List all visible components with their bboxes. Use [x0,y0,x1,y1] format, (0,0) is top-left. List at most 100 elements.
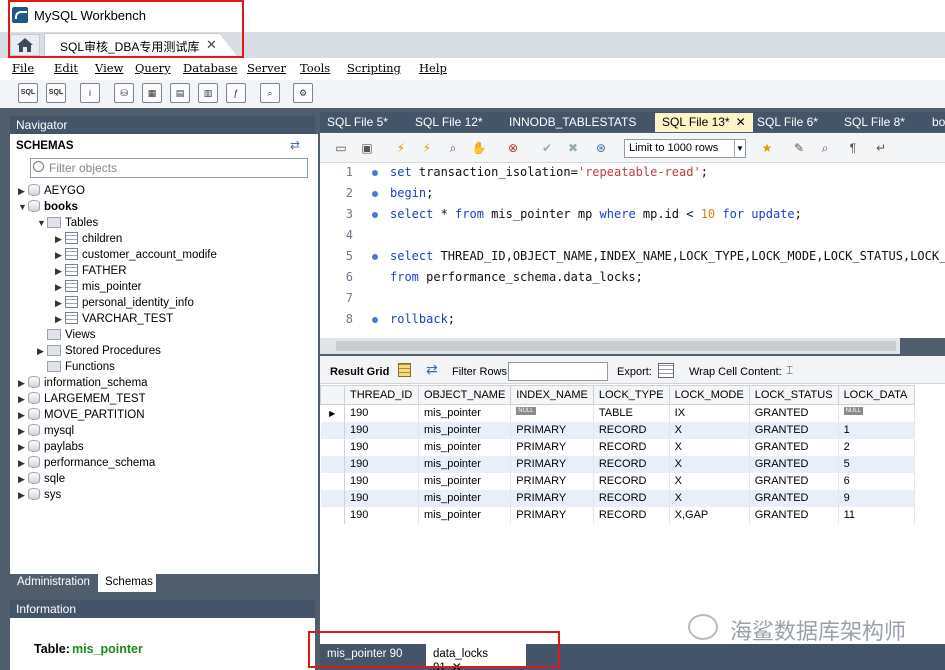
column-header[interactable]: INDEX_NAME [510,385,594,405]
cell[interactable]: 190 [344,489,419,507]
tree-folder-functions[interactable]: Functions [37,359,115,375]
tab-overflow[interactable]: bo [925,113,945,132]
create-table-icon[interactable]: ▦ [142,83,162,103]
cell[interactable]: RECORD [593,489,670,507]
column-header[interactable]: OBJECT_NAME [417,385,512,405]
chevron-down-icon[interactable]: ▼ [734,140,745,157]
create-function-icon[interactable]: ƒ [226,83,246,103]
cell[interactable]: mis_pointer [418,421,512,439]
cell[interactable]: X [669,472,750,490]
invisible-chars-icon[interactable]: ¶ [844,139,862,157]
cell[interactable]: mis_pointer [418,472,512,490]
search-table-data-icon[interactable]: ⌕ [260,83,280,103]
table-row[interactable]: 190 mis_pointer PRIMARY RECORD X GRANTED… [320,455,915,473]
table-row[interactable]: ▶ 190 mis_pointer NULL TABLE IX GRANTED … [320,404,915,422]
expand-arrow-icon[interactable]: ▶ [37,343,47,359]
expand-arrow-icon[interactable]: ▶ [18,183,28,199]
tree-schema-performance-schema[interactable]: ▶ performance_schema [18,455,155,471]
cell[interactable]: RECORD [593,472,670,490]
cell[interactable]: 5 [838,455,915,473]
tree-table-personal-identity-info[interactable]: ▶ personal_identity_info [55,295,194,311]
filter-objects-input[interactable] [30,158,308,178]
save-icon[interactable]: ▣ [358,139,376,157]
expand-arrow-icon[interactable]: ▶ [55,231,65,247]
beautify-icon[interactable]: ✎ [790,139,808,157]
open-sql-file-icon[interactable]: SQL [46,83,66,103]
expand-arrow-icon[interactable]: ▶ [18,391,28,407]
cell[interactable]: PRIMARY [510,421,594,439]
cell[interactable]: RECORD [593,438,670,456]
open-folder-icon[interactable]: ▭ [332,139,350,157]
create-schema-icon[interactable]: ⛁ [114,83,134,103]
commit-icon[interactable]: ✔ [538,139,556,157]
expand-arrow-icon[interactable]: ▶ [55,279,65,295]
tree-folder-views[interactable]: Views [37,327,95,343]
cell[interactable]: mis_pointer [418,506,512,524]
cell[interactable]: PRIMARY [510,489,594,507]
cell[interactable]: RECORD [593,421,670,439]
new-sql-tab-icon[interactable]: SQL [18,83,38,103]
cell[interactable]: GRANTED [749,472,839,490]
cell[interactable]: X [669,455,750,473]
cell[interactable]: PRIMARY [510,455,594,473]
tree-schema-sqle[interactable]: ▶ sqle [18,471,65,487]
menu-database[interactable]: Database [183,61,237,75]
cell[interactable]: GRANTED [749,438,839,456]
menu-help[interactable]: Help [419,61,447,75]
cell[interactable]: RECORD [593,506,670,524]
result-grid-label[interactable]: Result Grid [330,366,389,378]
cell[interactable]: PRIMARY [510,438,594,456]
expand-arrow-icon[interactable]: ▶ [55,295,65,311]
cell-null[interactable]: NULL [838,404,915,422]
menu-query[interactable]: Query [135,61,171,75]
tree-schema-largemem-test[interactable]: ▶ LARGEMEM_TEST [18,391,146,407]
filter-rows-input[interactable] [508,362,608,381]
tab-sql-file-8[interactable]: SQL File 8* [837,113,912,132]
menu-tools[interactable]: Tools [300,61,330,75]
expand-arrow-icon[interactable]: ▶ [18,487,28,503]
menu-edit[interactable]: Edit [54,61,78,75]
expand-arrow-icon[interactable]: ▶ [55,311,65,327]
scrollbar-thumb[interactable] [336,341,896,351]
cell[interactable]: 6 [838,472,915,490]
tree-schema-move-partition[interactable]: ▶ MOVE_PARTITION [18,407,145,423]
table-row[interactable]: 190 mis_pointer PRIMARY RECORD X GRANTED… [320,438,915,456]
tree-folder-stored-procedures[interactable]: ▶ Stored Procedures [37,343,161,359]
cell[interactable]: GRANTED [749,421,839,439]
cell[interactable]: PRIMARY [510,472,594,490]
cell[interactable]: 190 [344,404,419,422]
create-view-icon[interactable]: ▤ [170,83,190,103]
cell[interactable]: RECORD [593,455,670,473]
cell[interactable]: 1 [838,421,915,439]
tree-table-varchar-test[interactable]: ▶ VARCHAR_TEST [55,311,173,327]
tree-table-customer-account-modife[interactable]: ▶ customer_account_modife [55,247,217,263]
cell[interactable]: 11 [838,506,915,524]
inspector-icon[interactable]: i [80,83,100,103]
tab-administration[interactable]: Administration [10,574,98,592]
table-row[interactable]: 190 mis_pointer PRIMARY RECORD X GRANTED… [320,421,915,439]
create-procedure-icon[interactable]: ▥ [198,83,218,103]
cell[interactable]: mis_pointer [418,489,512,507]
expand-arrow-icon[interactable]: ▶ [18,375,28,391]
grid-view-icon[interactable] [398,363,411,377]
tab-sql-file-13[interactable]: SQL File 13* ✕ [655,113,753,132]
tree-table-mis-pointer[interactable]: ▶ mis_pointer [55,279,141,295]
table-row[interactable]: 190 mis_pointer PRIMARY RECORD X GRANTED… [320,472,915,490]
expand-arrow-icon[interactable]: ▶ [18,407,28,423]
toggle-error-stop-icon[interactable]: ⊗ [504,139,522,157]
menu-file[interactable]: File [12,61,34,75]
cell[interactable]: 190 [344,506,419,524]
cell[interactable]: 190 [344,421,419,439]
tab-schemas[interactable]: Schemas [98,574,156,592]
autocommit-icon[interactable]: ⊛ [592,139,610,157]
expand-arrow-icon[interactable]: ▶ [18,439,28,455]
cell[interactable]: X [669,438,750,456]
tree-folder-tables[interactable]: ▼ Tables [37,215,98,231]
cell[interactable]: 190 [344,472,419,490]
cell[interactable]: 190 [344,455,419,473]
expand-arrow-icon[interactable]: ▶ [18,423,28,439]
column-header[interactable]: LOCK_DATA [837,385,915,405]
column-header[interactable]: THREAD_ID [344,385,419,405]
cell[interactable]: PRIMARY [510,506,594,524]
tree-schema-aeygo[interactable]: ▶ AEYGO [18,183,85,199]
